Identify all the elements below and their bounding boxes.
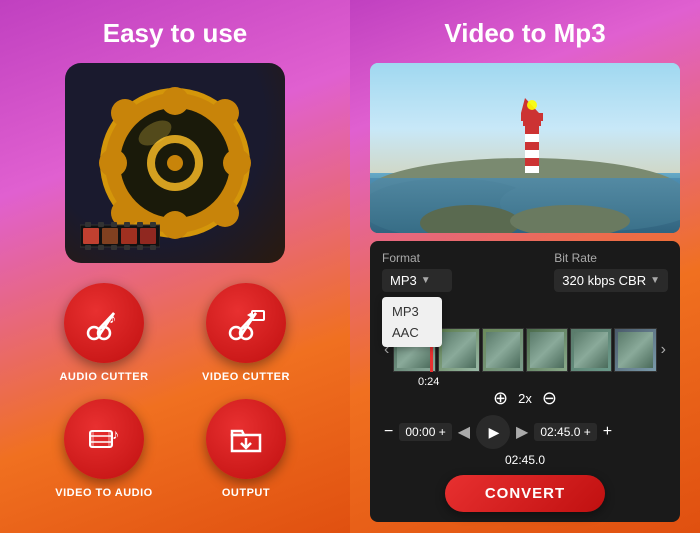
video-to-audio-button[interactable]: ♪ — [64, 399, 144, 479]
start-time-minus[interactable]: − — [382, 423, 395, 441]
audio-cutter-button[interactable]: ♪ — [64, 283, 144, 363]
bitrate-value: 320 kbps CBR — [562, 273, 646, 288]
zoom-controls: ⊕ 2x ⊖ — [382, 388, 668, 409]
format-dropdown-arrow: ▼ — [421, 275, 431, 286]
format-option-aac[interactable]: AAC — [382, 322, 442, 343]
timeline-frame-6 — [614, 328, 656, 372]
output-label: OUTPUT — [222, 487, 270, 499]
scissors-music-icon: ♪ — [82, 301, 126, 345]
format-option-mp3[interactable]: MP3 — [382, 301, 442, 322]
right-panel: Video to Mp3 — [350, 0, 700, 533]
play-icon: ▶ — [489, 424, 500, 441]
video-cutter-item: VIDEO CUTTER — [187, 283, 305, 383]
svg-text:♪: ♪ — [112, 426, 119, 442]
end-time-control: 02:45.0 + + — [534, 423, 614, 441]
format-value: MP3 — [390, 273, 417, 288]
left-title: Easy to use — [103, 18, 248, 49]
audio-cutter-label: AUDIO CUTTER — [59, 371, 148, 383]
end-time-display: 02:45.0 + — [534, 423, 596, 441]
film-music-icon: ♪ — [82, 417, 126, 461]
film-reel-container — [65, 63, 285, 263]
format-section: Format MP3 ▼ MP3 AAC — [382, 251, 452, 292]
trim-right-arrow[interactable]: ▶ — [516, 422, 528, 442]
svg-text:♪: ♪ — [109, 310, 116, 326]
bitrate-section: Bit Rate 320 kbps CBR ▼ — [554, 251, 668, 292]
start-time-control: − 00:00 + — [382, 423, 452, 441]
zoom-out-icon[interactable]: ⊖ — [542, 388, 557, 409]
left-panel: Easy to use — [0, 0, 350, 533]
right-title: Video to Mp3 — [444, 18, 605, 49]
bitrate-dropdown[interactable]: 320 kbps CBR ▼ — [554, 269, 668, 292]
duration-display: 02:45.0 — [382, 453, 668, 467]
video-scene-svg — [370, 63, 680, 233]
video-thumbnail — [370, 63, 680, 233]
playhead-time: 0:24 — [418, 376, 439, 388]
start-time-display: 00:00 + — [399, 423, 451, 441]
controls-area: Format MP3 ▼ MP3 AAC Bit Rate — [370, 241, 680, 522]
video-to-audio-item: ♪ VIDEO TO AUDIO — [45, 399, 163, 499]
download-icon — [224, 417, 268, 461]
bitrate-dropdown-arrow: ▼ — [650, 275, 660, 286]
zoom-level: 2x — [518, 391, 532, 406]
video-cutter-label: VIDEO CUTTER — [202, 371, 290, 383]
timeline-frame-3 — [482, 328, 524, 372]
output-button[interactable] — [206, 399, 286, 479]
convert-button[interactable]: CONVERT — [445, 475, 605, 512]
output-item: OUTPUT — [187, 399, 305, 499]
timeline-scroll-right[interactable]: › — [659, 341, 668, 359]
timeline-frame-2 — [438, 328, 480, 372]
video-to-audio-label: VIDEO TO AUDIO — [55, 487, 152, 499]
playback-row: − 00:00 + ◀ ▶ ▶ 02:45.0 + + — [382, 415, 668, 449]
buttons-grid: ♪ AUDIO CUTTER VIDEO CUTTER — [45, 283, 305, 499]
format-dropdown-menu: MP3 AAC — [382, 297, 442, 347]
timeline-frame-5 — [570, 328, 612, 372]
format-bitrate-row: Format MP3 ▼ MP3 AAC Bit Rate — [382, 251, 668, 292]
film-strip-icon — [80, 215, 160, 255]
trim-left-arrow[interactable]: ◀ — [458, 422, 470, 442]
play-button[interactable]: ▶ — [476, 415, 510, 449]
scissors-video-icon — [224, 301, 268, 345]
video-cutter-button[interactable] — [206, 283, 286, 363]
audio-cutter-item: ♪ AUDIO CUTTER — [45, 283, 163, 383]
format-label: Format — [382, 251, 452, 265]
zoom-in-icon[interactable]: ⊕ — [493, 388, 508, 409]
end-time-plus[interactable]: + — [601, 423, 614, 441]
bitrate-label: Bit Rate — [554, 251, 668, 265]
timeline-frame-4 — [526, 328, 568, 372]
format-dropdown[interactable]: MP3 ▼ — [382, 269, 452, 292]
